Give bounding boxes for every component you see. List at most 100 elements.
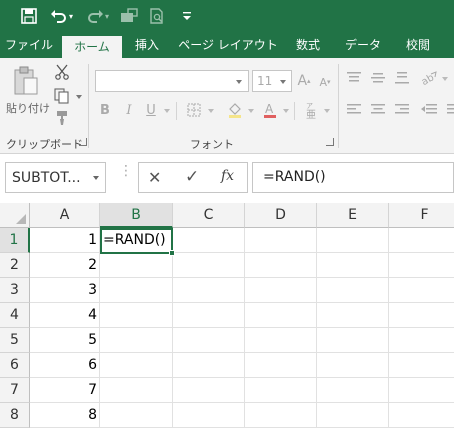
cell-b5[interactable] bbox=[100, 328, 173, 353]
cell-b8[interactable] bbox=[100, 403, 173, 428]
font-name-dropdown-icon[interactable] bbox=[236, 80, 242, 84]
cell-a6[interactable]: 6 bbox=[30, 353, 100, 378]
align-right-icon[interactable] bbox=[394, 102, 410, 118]
cell-a8[interactable]: 8 bbox=[30, 403, 100, 428]
cell-c3[interactable] bbox=[173, 278, 245, 303]
cell-e6[interactable] bbox=[317, 353, 389, 378]
align-bottom-icon[interactable] bbox=[394, 70, 410, 86]
cell-e3[interactable] bbox=[317, 278, 389, 303]
cell-b4[interactable] bbox=[100, 303, 173, 328]
column-header-d[interactable]: D bbox=[245, 203, 317, 228]
save-icon[interactable] bbox=[18, 5, 40, 27]
align-left-icon[interactable] bbox=[346, 102, 362, 118]
select-all-button[interactable] bbox=[0, 203, 30, 228]
tab-review[interactable]: 校閲 bbox=[396, 32, 440, 58]
cell-d3[interactable] bbox=[245, 278, 317, 303]
italic-button[interactable]: I bbox=[122, 102, 136, 118]
cell-a4[interactable]: 4 bbox=[30, 303, 100, 328]
cell-e4[interactable] bbox=[317, 303, 389, 328]
name-box[interactable]: SUBTOT... bbox=[5, 162, 106, 193]
worksheet-grid[interactable]: A B C D E F 1 1 =RAND() 2 2 3 3 4 4 5 5 … bbox=[0, 203, 454, 428]
font-color-dropdown-icon[interactable] bbox=[283, 109, 289, 113]
underline-button[interactable]: U bbox=[144, 102, 158, 118]
cut-icon[interactable] bbox=[54, 64, 70, 80]
cell-c2[interactable] bbox=[173, 253, 245, 278]
cell-d5[interactable] bbox=[245, 328, 317, 353]
tab-home[interactable]: ホーム bbox=[62, 36, 122, 58]
cell-a3[interactable]: 3 bbox=[30, 278, 100, 303]
phonetic-guide-icon[interactable]: ア亜 bbox=[304, 100, 320, 120]
clipboard-launcher-icon[interactable] bbox=[79, 138, 87, 146]
copy-icon[interactable] bbox=[54, 88, 70, 104]
cell-f1[interactable] bbox=[389, 228, 454, 253]
borders-dropdown-icon[interactable] bbox=[208, 109, 214, 113]
touch-mode-icon[interactable] bbox=[118, 5, 140, 27]
enter-icon[interactable]: ✓ bbox=[185, 167, 199, 187]
fill-color-dropdown-icon[interactable] bbox=[248, 109, 254, 113]
cell-f3[interactable] bbox=[389, 278, 454, 303]
name-box-dropdown-icon[interactable] bbox=[93, 176, 99, 180]
tab-file[interactable]: ファイル bbox=[0, 32, 58, 58]
cell-f7[interactable] bbox=[389, 378, 454, 403]
copy-dropdown-icon[interactable] bbox=[76, 95, 82, 99]
tab-insert[interactable]: 挿入 bbox=[124, 32, 170, 58]
cell-c4[interactable] bbox=[173, 303, 245, 328]
cell-b2[interactable] bbox=[100, 253, 173, 278]
column-header-b[interactable]: B bbox=[100, 203, 173, 228]
tab-page-layout[interactable]: ページ レイアウト bbox=[176, 32, 280, 58]
cell-f8[interactable] bbox=[389, 403, 454, 428]
cell-f4[interactable] bbox=[389, 303, 454, 328]
increase-font-size-icon[interactable]: A ▴ bbox=[297, 72, 311, 90]
column-header-a[interactable]: A bbox=[30, 203, 100, 228]
underline-dropdown-icon[interactable] bbox=[164, 109, 170, 113]
cell-b7[interactable] bbox=[100, 378, 173, 403]
cell-e5[interactable] bbox=[317, 328, 389, 353]
cell-d8[interactable] bbox=[245, 403, 317, 428]
undo-dropdown-icon[interactable]: ▾ bbox=[66, 5, 76, 27]
row-header-4[interactable]: 4 bbox=[0, 303, 30, 328]
cell-c8[interactable] bbox=[173, 403, 245, 428]
tab-data[interactable]: データ bbox=[336, 32, 390, 58]
cell-e1[interactable] bbox=[317, 228, 389, 253]
cell-a2[interactable]: 2 bbox=[30, 253, 100, 278]
orientation-icon[interactable]: ab bbox=[420, 70, 438, 86]
cell-c7[interactable] bbox=[173, 378, 245, 403]
fill-handle[interactable] bbox=[169, 250, 175, 256]
align-middle-icon[interactable] bbox=[370, 70, 386, 86]
cell-a5[interactable]: 5 bbox=[30, 328, 100, 353]
cell-c5[interactable] bbox=[173, 328, 245, 353]
cell-b3[interactable] bbox=[100, 278, 173, 303]
font-name-select[interactable] bbox=[95, 70, 249, 92]
cell-c6[interactable] bbox=[173, 353, 245, 378]
row-header-2[interactable]: 2 bbox=[0, 253, 30, 278]
font-size-select[interactable]: 11 bbox=[252, 70, 292, 92]
row-header-7[interactable]: 7 bbox=[0, 378, 30, 403]
row-header-3[interactable]: 3 bbox=[0, 278, 30, 303]
cell-a1[interactable]: 1 bbox=[30, 228, 100, 253]
font-color-icon[interactable]: A bbox=[262, 100, 278, 120]
paste-label[interactable]: 貼り付け bbox=[6, 100, 50, 116]
fill-color-icon[interactable] bbox=[226, 101, 244, 119]
cell-a7[interactable]: 7 bbox=[30, 378, 100, 403]
column-header-f[interactable]: F bbox=[389, 203, 454, 228]
column-header-c[interactable]: C bbox=[173, 203, 245, 228]
decrease-indent-icon[interactable] bbox=[420, 102, 438, 118]
cell-f6[interactable] bbox=[389, 353, 454, 378]
formula-input[interactable]: =RAND() bbox=[252, 162, 454, 193]
borders-icon[interactable] bbox=[186, 102, 202, 118]
cell-e7[interactable] bbox=[317, 378, 389, 403]
cell-d1[interactable] bbox=[245, 228, 317, 253]
increase-indent-icon[interactable] bbox=[442, 102, 454, 118]
redo-dropdown-icon[interactable]: ▾ bbox=[102, 5, 112, 27]
row-header-5[interactable]: 5 bbox=[0, 328, 30, 353]
tab-formulas[interactable]: 数式 bbox=[286, 32, 330, 58]
cell-d6[interactable] bbox=[245, 353, 317, 378]
cell-d7[interactable] bbox=[245, 378, 317, 403]
cell-d2[interactable] bbox=[245, 253, 317, 278]
cancel-icon[interactable]: ✕ bbox=[148, 168, 161, 187]
column-header-e[interactable]: E bbox=[317, 203, 389, 228]
row-header-8[interactable]: 8 bbox=[0, 403, 30, 428]
bold-button[interactable]: B bbox=[98, 102, 112, 118]
print-preview-icon[interactable] bbox=[146, 5, 168, 27]
insert-function-icon[interactable]: fx bbox=[221, 168, 234, 184]
